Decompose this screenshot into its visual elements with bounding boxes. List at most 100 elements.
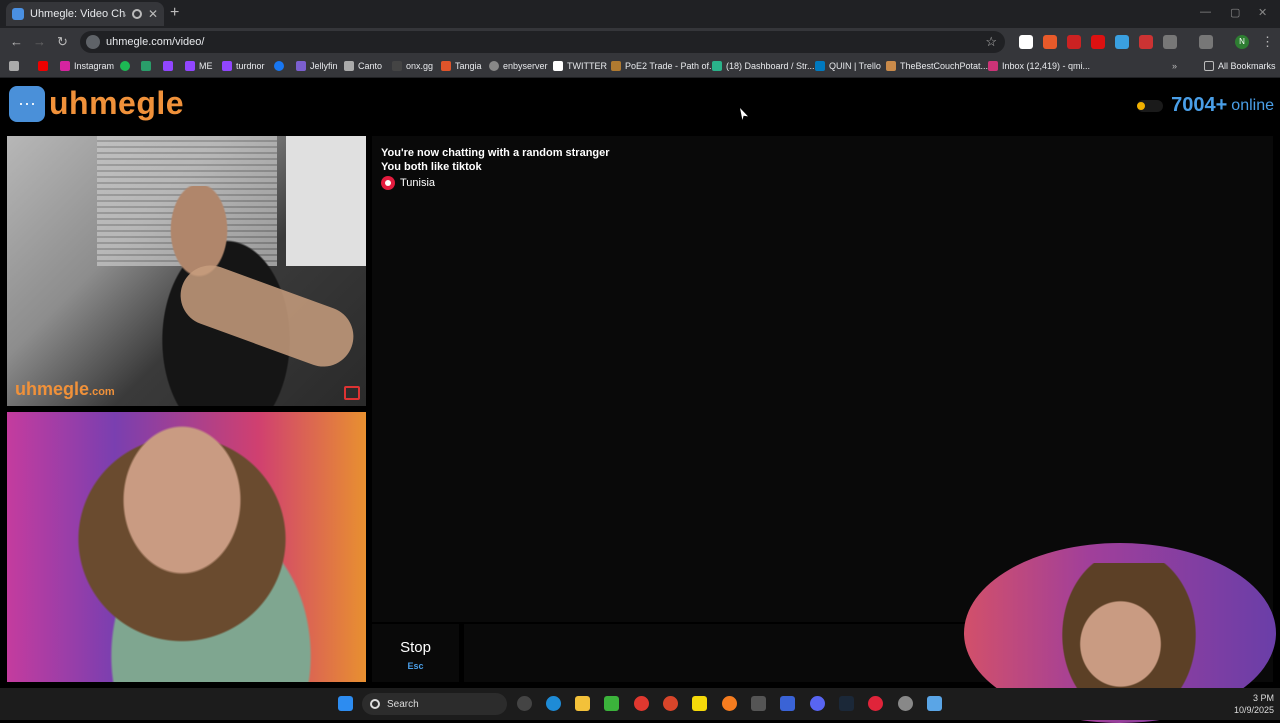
search-icon bbox=[370, 699, 380, 709]
twitch-icon bbox=[163, 61, 173, 71]
bookmark-dashboard[interactable]: (18) Dashboard / Str... bbox=[712, 61, 815, 71]
bookmark-onxgg[interactable]: onx.gg bbox=[392, 61, 433, 71]
extension-red-icon[interactable] bbox=[1139, 35, 1153, 49]
jellyfin-icon bbox=[296, 61, 306, 71]
reload-button[interactable]: ↻ bbox=[57, 34, 68, 50]
task-view-icon[interactable] bbox=[517, 696, 532, 711]
tab-uhmegle[interactable]: Uhmegle: Video Chat | Om… ✕ bbox=[6, 2, 164, 26]
all-bookmarks-label: All Bookmarks bbox=[1218, 61, 1276, 71]
site-logo[interactable]: ··· uhmegle bbox=[9, 85, 184, 122]
app-record-icon[interactable] bbox=[868, 696, 883, 711]
app-blue-icon[interactable] bbox=[780, 696, 795, 711]
extension-badge-icon[interactable] bbox=[1067, 35, 1081, 49]
canto-icon bbox=[344, 61, 354, 71]
app-dark-icon[interactable] bbox=[751, 696, 766, 711]
report-flag-icon[interactable] bbox=[344, 386, 360, 400]
x-icon bbox=[553, 61, 563, 71]
close-window-button[interactable]: ✕ bbox=[1258, 6, 1267, 19]
maximize-button[interactable]: ▢ bbox=[1230, 6, 1240, 19]
steam-icon[interactable] bbox=[839, 696, 854, 711]
mail-icon bbox=[988, 61, 998, 71]
extension-fox-icon[interactable] bbox=[1043, 35, 1057, 49]
browser-toolbar: ← → ↻ uhmegle.com/video/ ☆ N ⋮ bbox=[0, 28, 1280, 56]
sticky-notes-icon[interactable] bbox=[692, 696, 707, 711]
file-explorer-icon[interactable] bbox=[575, 696, 590, 711]
all-bookmarks-button[interactable]: All Bookmarks bbox=[1204, 61, 1276, 71]
bookmark-spotify[interactable] bbox=[120, 61, 134, 71]
theme-toggle[interactable] bbox=[1137, 99, 1164, 112]
stop-shortcut: Esc bbox=[407, 661, 424, 671]
stranger-country: Tunisia bbox=[381, 176, 1264, 190]
new-tab-button[interactable]: + bbox=[170, 4, 179, 22]
bookmark-label: turdnor bbox=[236, 61, 265, 71]
start-windows-icon[interactable] bbox=[338, 696, 353, 711]
clock-date: 10/9/2025 bbox=[1233, 705, 1274, 715]
taskbar-search[interactable]: Search bbox=[362, 693, 507, 715]
bookmark-inbox[interactable]: Inbox (12,419) - qmi... bbox=[988, 61, 1090, 71]
bookmark-star-icon[interactable]: ☆ bbox=[985, 34, 997, 50]
extension-youtube-icon[interactable] bbox=[1091, 35, 1105, 49]
bookmarks-bar: Instagram ME turdnor Jellyfin Canto onx.… bbox=[0, 56, 1280, 78]
system-clock[interactable]: 3 PM 10/9/2025 bbox=[1234, 692, 1274, 716]
minimize-button[interactable]: — bbox=[1200, 6, 1211, 18]
bookmark-couchpotato[interactable]: TheBestCouchPotat... bbox=[886, 61, 988, 71]
back-button[interactable]: ← bbox=[10, 34, 23, 49]
apps-grid-icon[interactable] bbox=[9, 61, 23, 71]
discord-icon[interactable] bbox=[810, 696, 825, 711]
media-play-icon[interactable] bbox=[604, 696, 619, 711]
bookmark-label: PoE2 Trade - Path of... bbox=[625, 61, 717, 71]
edge-icon[interactable] bbox=[546, 696, 561, 711]
forward-button[interactable]: → bbox=[33, 34, 46, 49]
bookmark-label: ME bbox=[199, 61, 213, 71]
menu-kebab-icon[interactable]: ⋮ bbox=[1261, 34, 1274, 50]
side-panel-icon[interactable] bbox=[1199, 35, 1213, 49]
bookmark-facebook[interactable] bbox=[274, 61, 288, 71]
bookmark-jellyfin[interactable]: Jellyfin bbox=[296, 61, 338, 71]
bookmark-me[interactable]: ME bbox=[185, 61, 213, 71]
bookmark-label: TheBestCouchPotat... bbox=[900, 61, 989, 71]
bookmark-green[interactable] bbox=[141, 61, 155, 71]
bookmark-label: Tangia bbox=[455, 61, 482, 71]
instagram-icon bbox=[60, 61, 70, 71]
bookmark-enbyserver[interactable]: enbyserver bbox=[489, 61, 548, 71]
site-info-icon[interactable] bbox=[86, 35, 100, 49]
bookmark-label: Instagram bbox=[74, 61, 115, 71]
bookmark-poe2[interactable]: PoE2 Trade - Path of... bbox=[611, 61, 717, 71]
tab-close-icon[interactable]: ✕ bbox=[148, 7, 158, 21]
extension-k-icon[interactable] bbox=[1019, 35, 1033, 49]
bookmark-label: enbyserver bbox=[503, 61, 548, 71]
bookmark-turdnor[interactable]: turdnor bbox=[222, 61, 265, 71]
twitch-icon bbox=[185, 61, 195, 71]
firefox-icon[interactable] bbox=[722, 696, 737, 711]
bookmark-canto[interactable]: Canto bbox=[344, 61, 382, 71]
watermark-suffix: .com bbox=[89, 386, 115, 398]
stop-label: Stop bbox=[400, 639, 431, 656]
bookmark-label: QUIN | Trello bbox=[829, 61, 881, 71]
settings-gear-icon[interactable] bbox=[898, 696, 913, 711]
bookmark-tangia[interactable]: Tangia bbox=[441, 61, 482, 71]
online-count: 7004+ bbox=[1171, 94, 1228, 116]
poe-icon bbox=[611, 61, 621, 71]
extensions-puzzle-icon[interactable] bbox=[1163, 35, 1177, 49]
stop-button[interactable]: Stop Esc bbox=[372, 624, 459, 682]
taskbar-search-label: Search bbox=[387, 698, 419, 710]
facebook-icon bbox=[274, 61, 284, 71]
chrome-icon[interactable] bbox=[634, 696, 649, 711]
profile-avatar[interactable]: N bbox=[1235, 35, 1249, 49]
notepad-icon[interactable] bbox=[927, 696, 942, 711]
online-label: online bbox=[1231, 96, 1274, 114]
bookmark-youtube[interactable] bbox=[38, 61, 52, 71]
tangia-icon bbox=[441, 61, 451, 71]
clock-time: 3 PM bbox=[1252, 693, 1274, 703]
more-bookmarks-icon[interactable]: » bbox=[1172, 61, 1177, 71]
bookmark-instagram[interactable]: Instagram bbox=[60, 61, 114, 71]
app-red-icon[interactable] bbox=[663, 696, 678, 711]
bookmark-twitch[interactable] bbox=[163, 61, 177, 71]
green-app-icon bbox=[141, 61, 151, 71]
tab-title: Uhmegle: Video Chat | Om… bbox=[30, 8, 126, 20]
bookmark-twitter[interactable]: TWITTER bbox=[553, 61, 607, 71]
bookmark-label: (18) Dashboard / Str... bbox=[726, 61, 815, 71]
extension-translate-icon[interactable] bbox=[1115, 35, 1129, 49]
bookmark-trello[interactable]: QUIN | Trello bbox=[815, 61, 881, 71]
address-bar[interactable]: uhmegle.com/video/ ☆ bbox=[80, 31, 1005, 53]
